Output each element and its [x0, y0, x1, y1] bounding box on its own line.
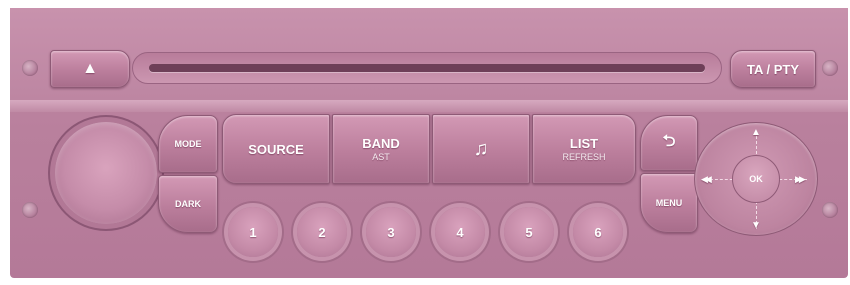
band-label: BAND [362, 136, 400, 151]
eject-icon: ▲ [82, 60, 98, 77]
list-button[interactable]: LIST REFRESH [532, 114, 636, 184]
seek-forward-icon[interactable]: ▶▶ [795, 174, 806, 184]
preset-label: 3 [387, 224, 395, 240]
list-label: LIST [569, 136, 599, 151]
preset-label: 2 [318, 224, 326, 240]
mode-button[interactable]: MODE [158, 115, 218, 173]
preset-button-3[interactable]: 3 [366, 207, 416, 257]
ta-pty-label: TA / PTY [747, 61, 799, 77]
volume-knob[interactable] [55, 122, 157, 224]
list-sub-label: REFRESH [562, 152, 606, 162]
seek-back-icon[interactable]: ◀◀ [701, 174, 712, 184]
preset-label: 1 [249, 224, 257, 240]
music-note-icon: ♫ [473, 137, 489, 160]
menu-button[interactable]: MENU [640, 173, 698, 233]
source-label: SOURCE [248, 141, 304, 157]
screw-top-right [822, 60, 838, 76]
navigation-dpad[interactable]: ▲ ▼ ◀◀ ▶▶ OK [694, 122, 818, 236]
screw-bottom-right [822, 202, 838, 218]
preset-button-2[interactable]: 2 [297, 207, 347, 257]
screw-bottom-left [22, 202, 38, 218]
arrow-down-icon[interactable]: ▼ [751, 221, 761, 231]
back-button[interactable]: ⮌ [640, 115, 698, 171]
band-button[interactable]: BAND AST [332, 114, 430, 184]
preset-button-5[interactable]: 5 [504, 207, 554, 257]
band-sub-label: AST [372, 152, 390, 162]
cd-slot-opening [149, 64, 705, 72]
preset-label: 4 [456, 224, 464, 240]
back-return-icon: ⮌ [662, 132, 676, 150]
cd-slot [132, 52, 722, 84]
menu-label: MENU [655, 198, 683, 208]
ok-button[interactable]: OK [732, 155, 780, 203]
source-button[interactable]: SOURCE [222, 114, 330, 184]
preset-label: 5 [525, 224, 533, 240]
preset-label: 6 [594, 224, 602, 240]
screw-top-left [22, 60, 38, 76]
preset-button-4[interactable]: 4 [435, 207, 485, 257]
dark-button[interactable]: DARK [158, 175, 218, 233]
mode-label: MODE [174, 139, 202, 149]
preset-button-6[interactable]: 6 [573, 207, 623, 257]
audio-settings-button[interactable]: ♫ [432, 114, 530, 184]
faceplate-rail [10, 100, 848, 112]
dark-label: DARK [175, 199, 201, 209]
preset-button-1[interactable]: 1 [228, 207, 278, 257]
arrow-up-icon[interactable]: ▲ [751, 128, 761, 138]
ok-label: OK [749, 174, 763, 184]
ta-pty-button[interactable]: TA / PTY [730, 50, 816, 88]
eject-button[interactable]: ▲ [50, 50, 130, 88]
